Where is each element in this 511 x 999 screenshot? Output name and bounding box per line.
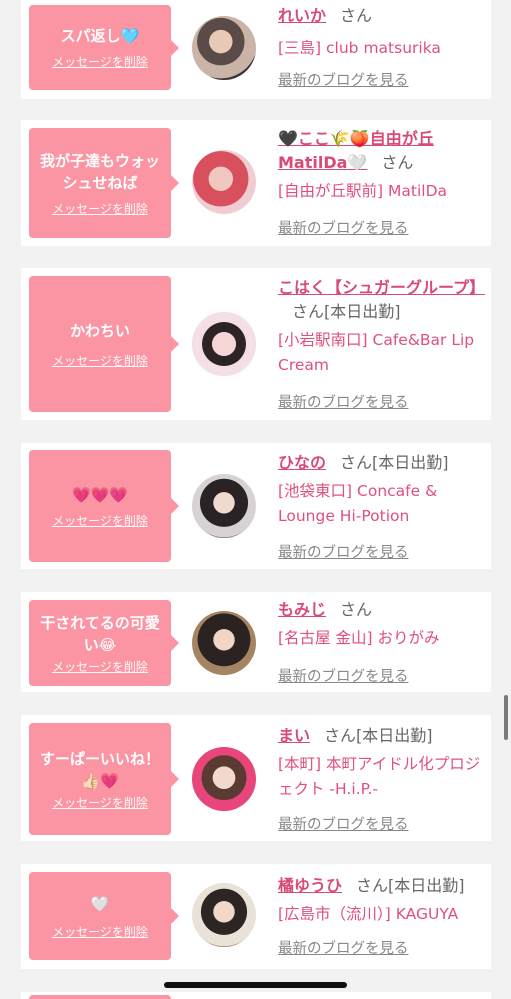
- latest-blog-link[interactable]: 最新のブログを見る: [278, 69, 409, 90]
- sender-info: れいか さん [三島] club matsurika: [278, 4, 488, 61]
- message-bubble: 💗💗💗 メッセージを削除: [29, 450, 179, 562]
- shop-name[interactable]: [名古屋 金山] おりがみ: [278, 626, 488, 651]
- sender-info: もみじ さん [名古屋 金山] おりがみ: [278, 598, 488, 651]
- avatar[interactable]: [192, 312, 256, 376]
- message-bubble: 我が子達もウォッシュせねば メッセージを削除: [29, 128, 179, 238]
- sender-suffix: さん: [340, 6, 373, 25]
- sender-info: 🖤ここ🌾🍑自由が丘MatilDa🤍 さん [自由が丘駅前] MatilDa: [278, 127, 488, 204]
- sender-name[interactable]: れいか: [278, 6, 326, 25]
- delete-message-link[interactable]: メッセージを削除: [52, 923, 148, 940]
- message-text: 💗💗💗: [71, 485, 129, 504]
- message-card: 干されてるの可愛い😂 メッセージを削除 もみじ さん [名古屋 金山] おりがみ …: [21, 592, 491, 692]
- message-text: スパ返し🩵: [60, 27, 140, 45]
- sender-info: 橘ゆうひ さん[本日出勤] [広島市（流川）] KAGUYA: [278, 874, 488, 927]
- sender-name[interactable]: ひなの: [278, 453, 326, 472]
- latest-blog-link[interactable]: 最新のブログを見る: [278, 541, 409, 562]
- message-card: 我が子達もウォッシュせねば メッセージを削除 🖤ここ🌾🍑自由が丘MatilDa🤍…: [21, 120, 491, 246]
- shop-name[interactable]: [自由が丘駅前] MatilDa: [278, 179, 488, 204]
- latest-blog-link[interactable]: 最新のブログを見る: [278, 813, 409, 834]
- message-text: 🤍: [90, 894, 110, 913]
- sender-name[interactable]: もみじ: [278, 600, 326, 619]
- latest-blog-link[interactable]: 最新のブログを見る: [278, 937, 409, 958]
- sender-suffix: さん[本日出勤]: [356, 876, 465, 895]
- message-card: すーぱーいいね！👍🏻💗 メッセージを削除 まい さん[本日出勤] [本町] 本町ア…: [21, 715, 491, 841]
- sender-name[interactable]: まい: [278, 726, 310, 745]
- avatar[interactable]: [192, 150, 256, 214]
- message-card: 🤍 メッセージを削除 橘ゆうひ さん[本日出勤] [広島市（流川）] KAGUYA…: [21, 864, 491, 969]
- avatar[interactable]: [192, 474, 256, 538]
- avatar[interactable]: [192, 747, 256, 811]
- delete-message-link[interactable]: メッセージを削除: [52, 512, 148, 529]
- delete-message-link[interactable]: メッセージを削除: [52, 794, 148, 811]
- sender-info: こはく【シュガーグループ】さん[本日出勤] [小岩駅南口] Cafe&Bar L…: [278, 276, 488, 378]
- message-text: かわちい: [69, 321, 130, 340]
- sender-suffix: さん[本日出勤]: [324, 726, 433, 745]
- message-text: すーぱーいいね！👍🏻💗: [39, 749, 160, 790]
- delete-message-link[interactable]: メッセージを削除: [52, 658, 148, 675]
- sender-suffix: さん: [381, 153, 414, 172]
- shop-name[interactable]: [三島] club matsurika: [278, 36, 488, 61]
- message-card: [21, 992, 491, 999]
- latest-blog-link[interactable]: 最新のブログを見る: [278, 665, 409, 686]
- message-bubble: 干されてるの可愛い😂 メッセージを削除: [29, 600, 179, 686]
- avatar[interactable]: [192, 611, 256, 675]
- message-bubble: かわちい メッセージを削除: [29, 276, 179, 412]
- sender-info: ひなの さん[本日出勤] [池袋東口] Concafe & Lounge Hi-P…: [278, 451, 488, 529]
- shop-name[interactable]: [小岩駅南口] Cafe&Bar Lip Cream: [278, 328, 488, 378]
- message-bubble: 🤍 メッセージを削除: [29, 872, 179, 960]
- avatar[interactable]: [192, 883, 256, 947]
- message-card: かわちい メッセージを削除 こはく【シュガーグループ】さん[本日出勤] [小岩駅…: [21, 268, 491, 420]
- latest-blog-link[interactable]: 最新のブログを見る: [278, 217, 409, 238]
- message-card: スパ返し🩵 メッセージを削除 れいか さん [三島] club matsurika…: [21, 0, 491, 99]
- delete-message-link[interactable]: メッセージを削除: [52, 352, 148, 369]
- sender-name[interactable]: こはく【シュガーグループ】: [278, 278, 485, 297]
- latest-blog-link[interactable]: 最新のブログを見る: [278, 391, 409, 412]
- sender-name[interactable]: 橘ゆうひ: [278, 876, 342, 895]
- shop-name[interactable]: [池袋東口] Concafe & Lounge Hi-Potion: [278, 479, 488, 529]
- shop-name[interactable]: [本町] 本町アイドル化プロジェクト -H.i.P.-: [278, 752, 488, 802]
- message-card: 💗💗💗 メッセージを削除 ひなの さん[本日出勤] [池袋東口] Concafe …: [21, 443, 491, 569]
- message-bubble: スパ返し🩵 メッセージを削除: [29, 5, 179, 90]
- message-bubble: [29, 995, 171, 999]
- message-bubble: すーぱーいいね！👍🏻💗 メッセージを削除: [29, 723, 179, 835]
- sender-suffix: さん: [340, 600, 373, 619]
- message-text: 我が子達もウォッシュせねば: [39, 151, 160, 192]
- message-text: 干されてるの可愛い😂: [40, 613, 160, 654]
- shop-name[interactable]: [広島市（流川）] KAGUYA: [278, 902, 488, 927]
- sender-suffix: さん[本日出勤]: [292, 302, 401, 321]
- avatar[interactable]: [192, 16, 256, 80]
- sender-suffix: さん[本日出勤]: [340, 453, 449, 472]
- delete-message-link[interactable]: メッセージを削除: [52, 200, 148, 217]
- scrollbar[interactable]: [504, 695, 508, 740]
- sender-info: まい さん[本日出勤] [本町] 本町アイドル化プロジェクト -H.i.P.-: [278, 724, 488, 802]
- delete-message-link[interactable]: メッセージを削除: [52, 53, 148, 70]
- home-indicator[interactable]: [164, 982, 347, 988]
